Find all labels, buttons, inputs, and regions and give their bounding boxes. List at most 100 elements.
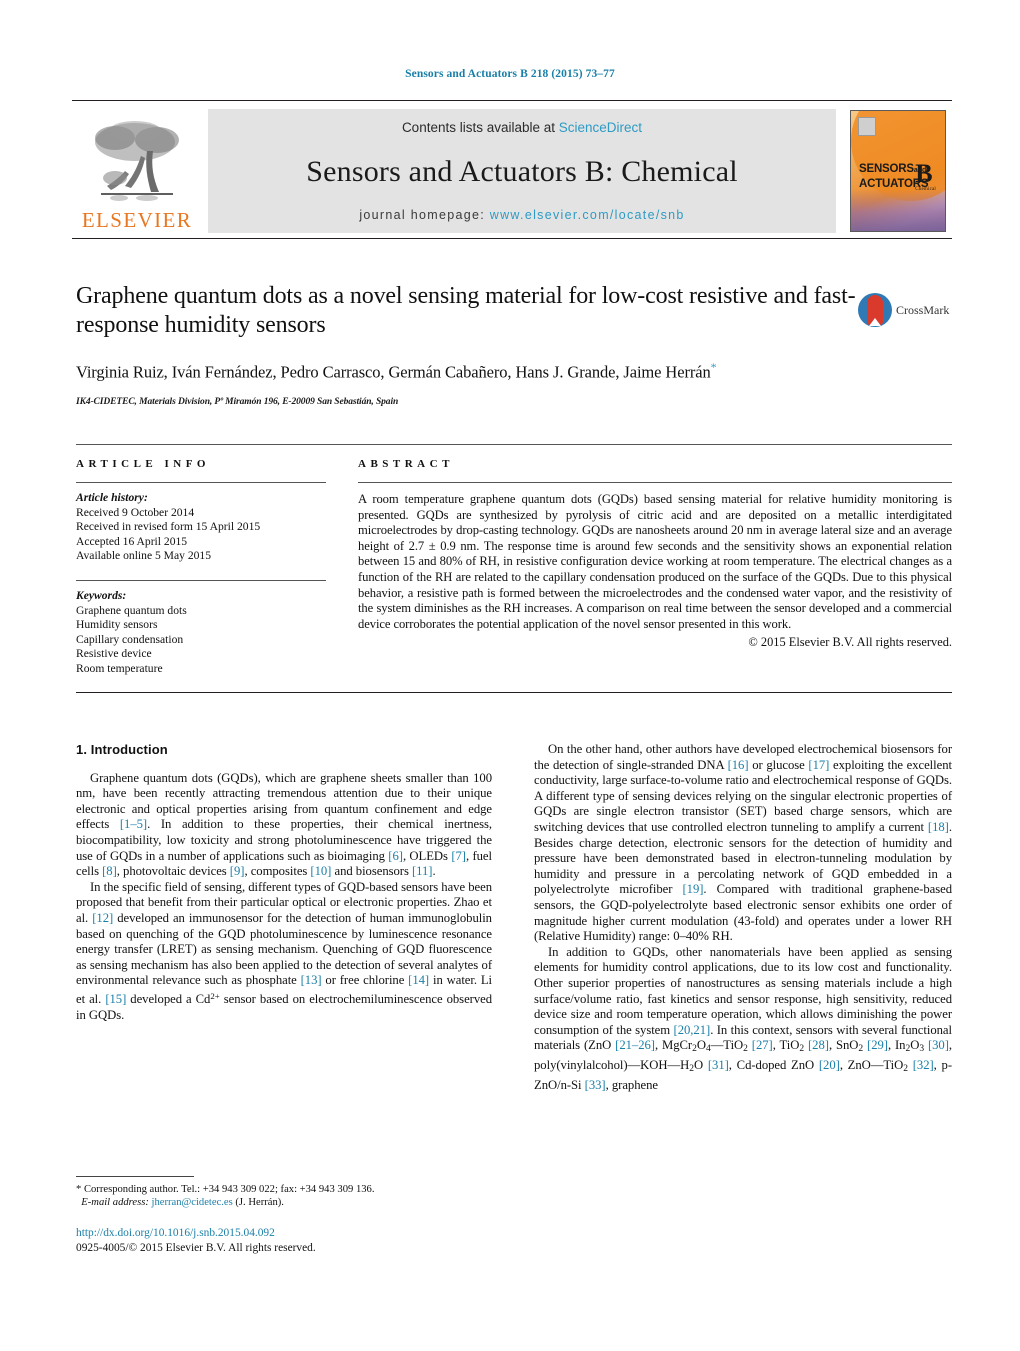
citation-ref[interactable]: [7] [451,849,466,863]
text-run: . [432,864,436,879]
text-run: , graphene [605,1077,658,1092]
cover-haze-shape [851,189,945,231]
journal-title: Sensors and Actuators B: Chemical [306,154,738,188]
text-run: , SnO [828,1038,859,1053]
citation-ref[interactable]: [31] [708,1058,729,1072]
abstract-heading: ABSTRACT [358,458,454,470]
article-history-label: Article history: [76,491,148,504]
history-item: Received in revised form 15 April 2015 [76,520,261,534]
affiliation: IK4-CIDETEC, Materials Division, Pº Mira… [76,396,399,407]
keyword-item: Resistive device [76,647,152,661]
contents-prefix: Contents lists available at [401,120,559,135]
doi-link[interactable]: http://dx.doi.org/10.1016/j.snb.2015.04.… [76,1226,506,1241]
text-run: , OLEDs [402,848,452,863]
citation-ref[interactable]: [14] [408,973,429,987]
cover-series-letter: B Chemical [915,161,936,193]
crossmark-icon [858,293,892,327]
citation-ref[interactable]: [12] [92,911,113,925]
text-run: , MgCr [654,1038,693,1053]
author-names: Virginia Ruiz, Iván Fernández, Pedro Car… [76,362,711,382]
text-run: , In [887,1038,906,1053]
section-title-introduction: 1. Introduction [76,742,168,757]
text-run: or glucose [748,757,809,772]
citation-ref[interactable]: [20,21] [674,1023,711,1037]
journal-homepage-link[interactable]: www.elsevier.com/locate/snb [490,208,685,222]
corresponding-author-marker: * [710,360,717,374]
email-label: E-mail address: [81,1197,149,1209]
citation-ref[interactable]: [6] [388,849,403,863]
paper-page: Sensors and Actuators B 218 (2015) 73–77 [0,0,1020,1351]
keyword-item: Capillary condensation [76,632,184,646]
citation-ref[interactable]: [32] [913,1058,934,1072]
keyword-item: Humidity sensors [76,618,158,632]
author-list: Virginia Ruiz, Iván Fernández, Pedro Car… [76,356,876,384]
citation-ref[interactable]: [8] [102,864,117,878]
text-run: —TiO [710,1038,744,1053]
footer-identifiers: http://dx.doi.org/10.1016/j.snb.2015.04.… [76,1226,506,1256]
citation-ref[interactable]: [10] [310,864,331,878]
paragraph: In the specific field of sensing, differ… [76,880,492,1023]
cover-series-subtitle: Chemical [915,187,936,192]
crossmark-label: CrossMark [896,302,950,317]
footnote-corresponding: Corresponding author. Tel.: +34 943 309 … [81,1184,375,1195]
journal-masthead: ELSEVIER Contents lists available at Sci… [72,100,952,233]
citation-ref[interactable]: [16] [728,758,749,772]
citation-ref[interactable]: [30] [928,1038,949,1052]
text-run: or free chlorine [321,973,409,988]
paragraph: In addition to GQDs, other nanomaterials… [534,945,952,1094]
abstract-text: A room temperature graphene quantum dots… [358,492,952,631]
text-run: , TiO [772,1038,800,1053]
title-block: Graphene quantum dots as a novel sensing… [76,282,876,407]
journal-cover: SENSORSand ACTUATORS B Chemical [844,109,952,233]
homepage-prefix: journal homepage: [359,208,490,222]
citation-ref[interactable]: [1–5] [120,817,147,831]
history-item: Accepted 16 April 2015 [76,534,188,548]
sciencedirect-link[interactable]: ScienceDirect [559,120,642,135]
citation-ref[interactable]: [27] [752,1038,773,1052]
masthead-bottom-rule [72,238,952,239]
article-history: Article history: Received 9 October 2014… [76,491,326,564]
citation-ref[interactable]: [20] [819,1058,840,1072]
text-run: O [693,1057,708,1072]
history-item: Available online 5 May 2015 [76,549,212,563]
abstract-copyright: © 2015 Elsevier B.V. All rights reserved… [748,635,952,650]
citation-ref[interactable]: [19] [682,882,703,896]
keywords-label: Keywords: [76,588,127,602]
page-title: Graphene quantum dots as a novel sensing… [76,283,856,338]
keywords-list: Keywords: Graphene quantum dots Humidity… [76,589,326,677]
elsevier-tree-icon [85,116,189,208]
citation-ref[interactable]: [13] [301,973,322,987]
body-column-left: 1. Introduction Graphene quantum dots (G… [76,742,492,1023]
keyword-item: Room temperature [76,661,163,675]
citation-ref[interactable]: [11] [412,864,433,878]
abstract-column: ABSTRACT A room temperature graphene qua… [358,458,952,650]
citation-ref[interactable]: [9] [230,864,245,878]
keywords-rule [76,579,326,581]
footnote-text: * Corresponding author. Tel.: +34 943 30… [76,1183,492,1210]
citation-ref[interactable]: [15] [105,992,126,1006]
running-head: Sensors and Actuators B 218 (2015) 73–77 [405,68,615,80]
citation-ref[interactable]: [29] [867,1038,888,1052]
citation-ref[interactable]: [17] [808,758,829,772]
citation-ref[interactable]: [33] [585,1078,606,1092]
history-item: Received 9 October 2014 [76,505,195,519]
article-info-column: ARTICLE INFO Article history: Received 9… [76,458,326,677]
info-top-rule [76,444,952,445]
text-run: , ZnO—TiO [839,1057,904,1072]
text-run: , Cd-doped ZnO [728,1057,819,1072]
email-link[interactable]: jherran@cidetec.es [152,1197,233,1208]
citation-ref[interactable]: [18] [928,820,949,834]
paragraph: On the other hand, other authors have de… [534,742,952,945]
citation-ref[interactable]: [28] [808,1038,829,1052]
issn-copyright-line: 0925-4005/© 2015 Elsevier B.V. All right… [76,1242,316,1254]
journal-cover-art: SENSORSand ACTUATORS B Chemical [850,110,946,232]
elsevier-wordmark: ELSEVIER [81,208,193,232]
text-run: , composites [244,864,311,879]
journal-band: Contents lists available at ScienceDirec… [208,109,836,233]
elsevier-logo: ELSEVIER [72,109,202,233]
corresponding-author-footnote: * Corresponding author. Tel.: +34 943 30… [76,1176,492,1210]
crossmark-badge[interactable]: CrossMark [858,288,954,332]
citation-ref[interactable]: [21–26] [615,1038,655,1052]
superscript-charge: 2+ [210,990,220,1001]
text-run: , photovoltaic devices [116,864,230,879]
